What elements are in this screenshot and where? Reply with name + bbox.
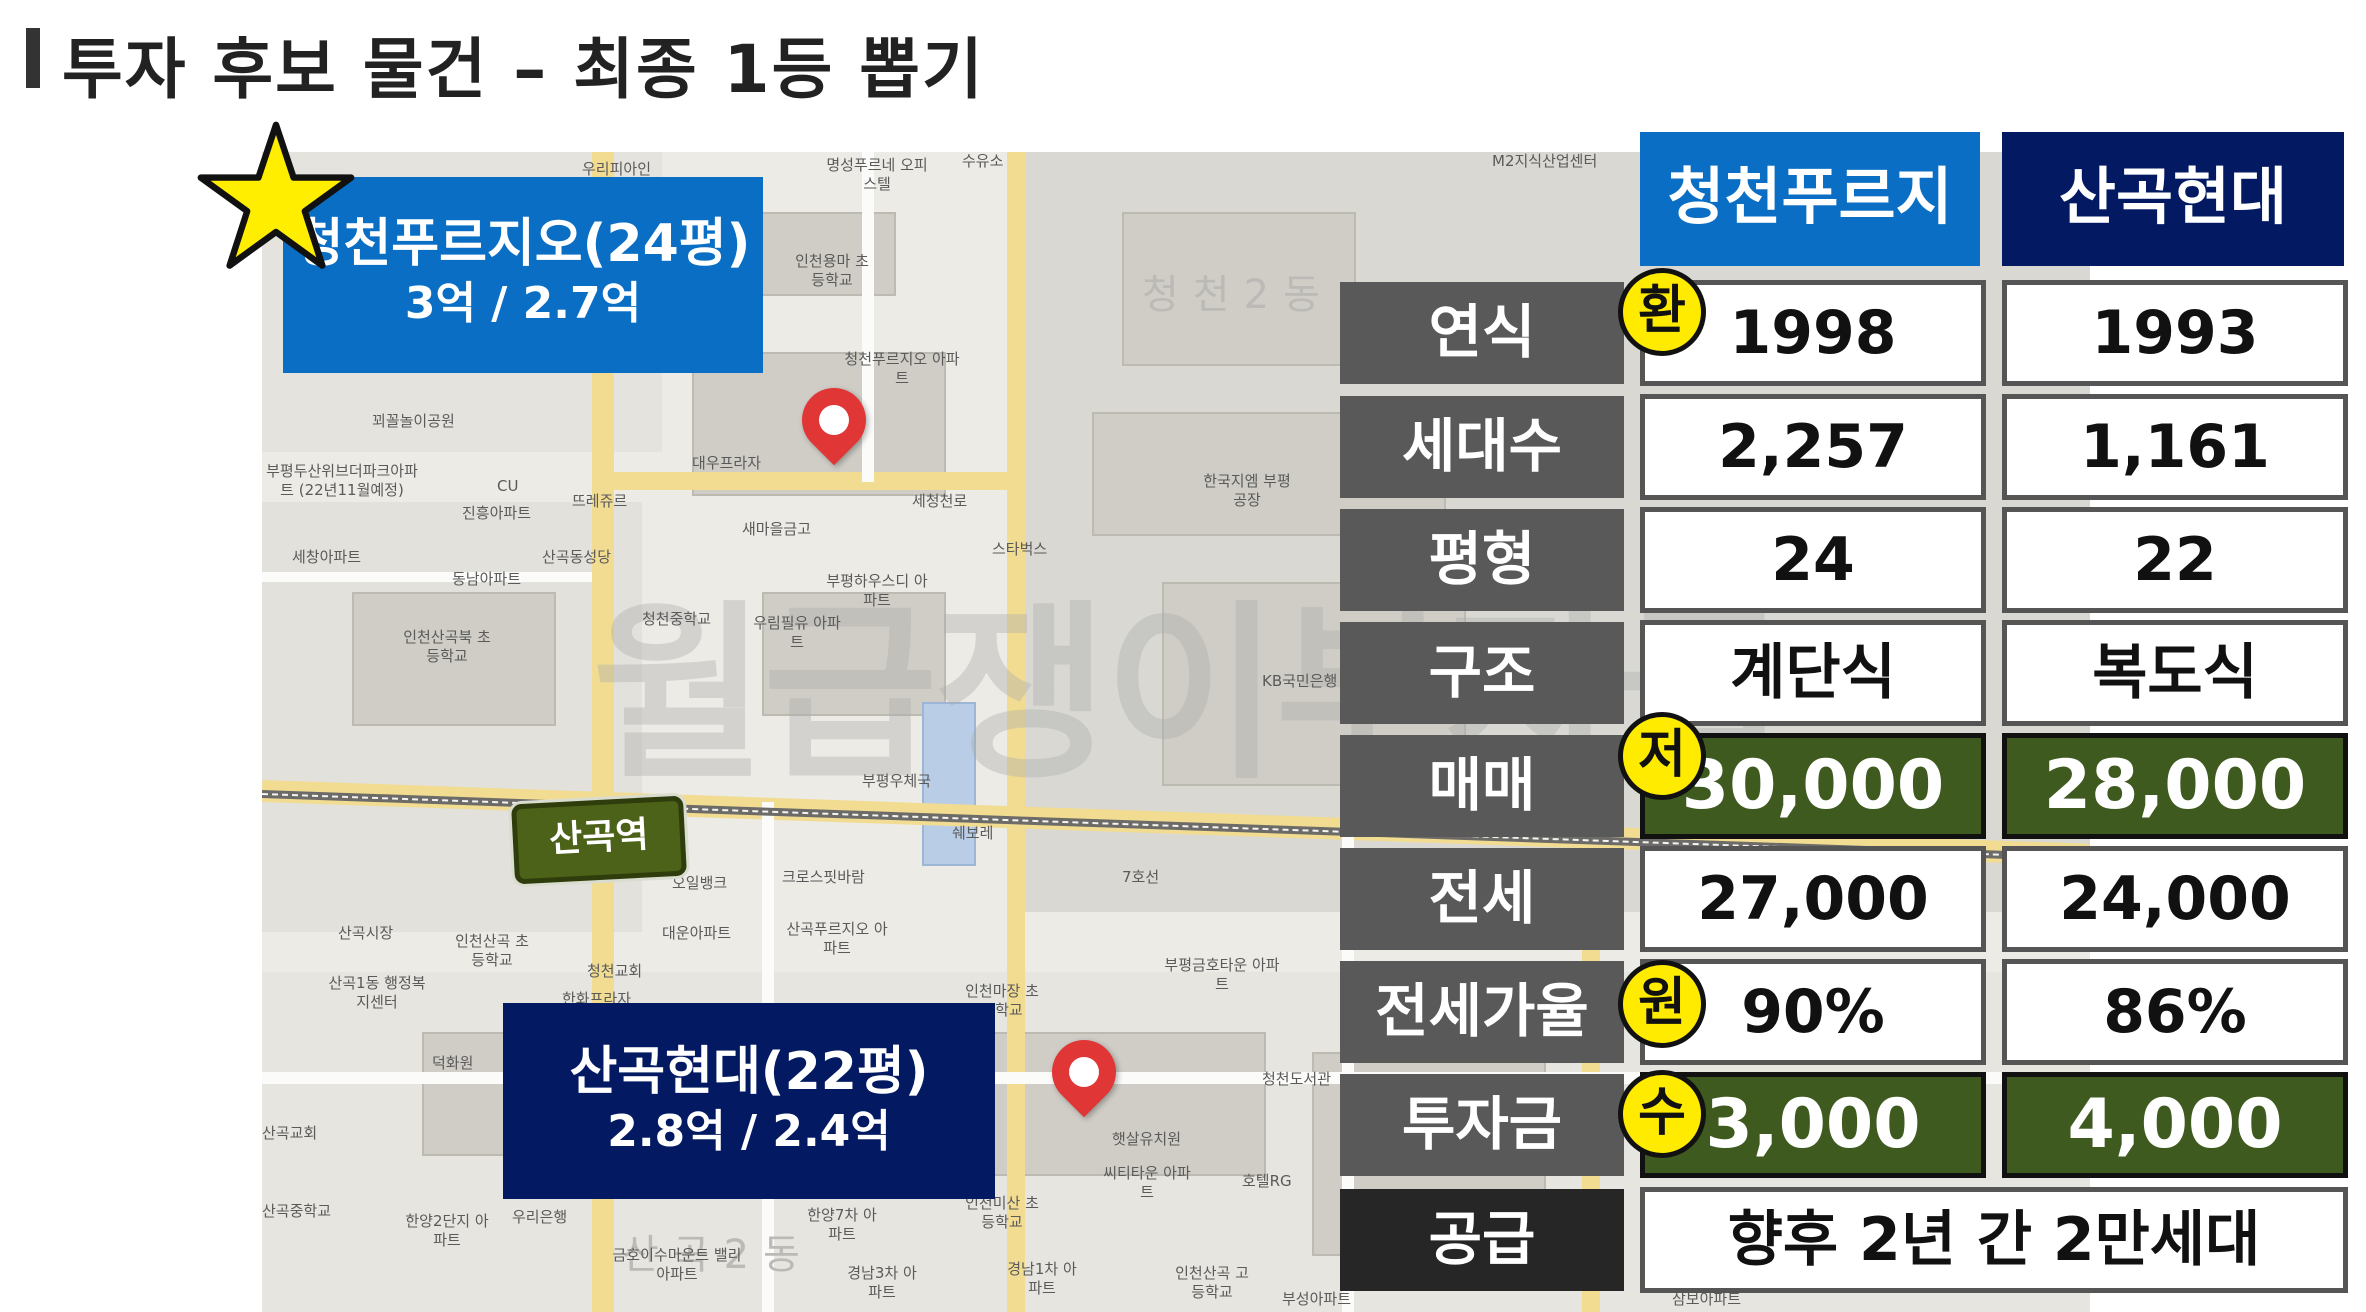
poi: 청천중학교	[642, 610, 712, 628]
poi: 명성푸르네 오피스텔	[826, 156, 928, 193]
poi: 수유소	[962, 152, 1004, 170]
poi: 청천푸르지오 아파트	[844, 350, 960, 387]
poi: 우리피아인	[582, 160, 652, 178]
poi: 부평금호타운 아파트	[1164, 956, 1280, 993]
poi: 청천교회	[587, 962, 643, 980]
poi: 경남3차 아파트	[847, 1264, 917, 1301]
poi: 청천도서관	[1262, 1070, 1332, 1088]
badge-hwan: 환	[1618, 268, 1706, 356]
cell-supply-merged: 향후 2년 간 2만세대	[1640, 1187, 2348, 1293]
badge-won: 원	[1618, 960, 1706, 1048]
property-label-sangok: 산곡현대(22평) 2.8억 / 2.4억	[503, 1003, 995, 1199]
road	[862, 152, 874, 482]
row-label-size: 평형	[1340, 509, 1624, 611]
cell-structure-a: 계단식	[1640, 620, 1986, 726]
poi: 대우프라자	[692, 454, 762, 472]
district-label: 청천2동	[1142, 272, 1334, 318]
poi: 한양2단지 아파트	[405, 1212, 489, 1249]
row-label-jeonse: 전세	[1340, 848, 1624, 950]
poi: 호텔RG	[1242, 1172, 1292, 1190]
column-header-cheongcheon: 청천푸르지오	[1640, 132, 1980, 363]
cell-year-b: 1993	[2002, 280, 2348, 386]
star-icon	[197, 121, 355, 269]
badge-jeo: 저	[1618, 712, 1706, 800]
property-price: 3억 / 2.7억	[404, 278, 642, 329]
poi: M2지식산업센터	[1492, 152, 1598, 170]
cell-size-b: 22	[2002, 507, 2348, 613]
poi: 덕화원	[432, 1054, 474, 1072]
row-label-sale: 매매	[1340, 735, 1624, 837]
poi: 한양7차 아파트	[807, 1206, 877, 1243]
row-label-households: 세대수	[1340, 396, 1624, 498]
poi: 부평두산위브더파크아파트 (22년11월예정)	[266, 462, 418, 499]
cell-sale-b: 28,000	[2002, 733, 2348, 839]
poi: 경남1차 아파트	[1007, 1260, 1077, 1297]
poi: 부성아파트	[1282, 1290, 1352, 1308]
badge-su: 수	[1618, 1070, 1706, 1158]
poi: 부평하우스디 아파트	[826, 572, 928, 609]
poi: 세창아파트	[292, 548, 362, 566]
cell-size-a: 24	[1640, 507, 1986, 613]
slide-title: 투자 후보 물건 – 최종 1등 뽑기	[62, 31, 985, 108]
poi: 7호선	[1122, 868, 1160, 886]
poi: 금호이수마운트 밸리아파트	[612, 1246, 742, 1283]
poi: 한국지엠 부평공장	[1203, 472, 1291, 509]
poi: KB국민은행	[1262, 672, 1338, 690]
row-label-supply: 공급	[1340, 1189, 1624, 1291]
poi: 오일뱅크	[672, 874, 728, 892]
poi: 새마을금고	[742, 520, 812, 538]
poi: 세청천로	[912, 492, 968, 510]
cell-investment-b: 4,000	[2002, 1072, 2348, 1178]
poi: 인천용마 초등학교	[795, 252, 869, 289]
poi: 인천미산 초등학교	[965, 1194, 1039, 1231]
cell-jeonse-b: 24,000	[2002, 846, 2348, 952]
poi: 스타벅스	[992, 540, 1048, 558]
poi: 인천산곡북 초등학교	[403, 628, 491, 665]
row-label-year: 연식	[1340, 282, 1624, 384]
poi: 우림필유 아파트	[753, 614, 841, 651]
station-label: 산곡역	[511, 795, 687, 885]
road	[262, 572, 592, 582]
row-label-jeonse-ratio: 전세가율	[1340, 961, 1624, 1063]
row-label-investment: 투자금	[1340, 1074, 1624, 1176]
poi: 진흥아파트	[462, 504, 532, 522]
cell-structure-b: 복도식	[2002, 620, 2348, 726]
road	[592, 472, 1012, 490]
column-header-sangok: 산곡현대	[2002, 132, 2344, 266]
row-label-structure: 구조	[1340, 622, 1624, 724]
poi: 산곡중학교	[262, 1202, 332, 1220]
poi: 산곡교회	[262, 1124, 318, 1142]
poi: 산곡동성당	[542, 548, 612, 566]
cell-jeonse-a: 27,000	[1640, 846, 1986, 952]
poi: 산곡1동 행정복지센터	[328, 974, 426, 1011]
poi: 크로스핏바람	[782, 868, 865, 886]
poi: 인천산곡 초등학교	[455, 932, 529, 969]
poi: 부평우체국	[862, 772, 932, 790]
poi: 우리은행	[512, 1208, 568, 1226]
cell-households-b: 1,161	[2002, 394, 2348, 500]
poi: CU	[497, 477, 519, 495]
poi: 햇살유치원	[1112, 1130, 1182, 1148]
poi: 대운아파트	[662, 924, 732, 942]
property-price: 2.8억 / 2.4억	[607, 1106, 891, 1157]
poi: 뜨레쥬르	[572, 492, 628, 510]
poi: 쉐보레	[952, 824, 994, 842]
poi: 인천산곡 고등학교	[1175, 1264, 1249, 1301]
poi: 산곡시장	[338, 924, 394, 942]
poi: 씨티타운 아파트	[1103, 1164, 1191, 1201]
cell-jeonse-ratio-b: 86%	[2002, 959, 2348, 1065]
property-name: 산곡현대(22평)	[569, 1042, 929, 1102]
poi: 산곡푸르지오 아파트	[786, 920, 888, 957]
title-accent-bar	[26, 28, 40, 88]
poi: 꾀꼴놀이공원	[372, 412, 455, 430]
poi: 동남아파트	[452, 570, 522, 588]
cell-households-a: 2,257	[1640, 394, 1986, 500]
